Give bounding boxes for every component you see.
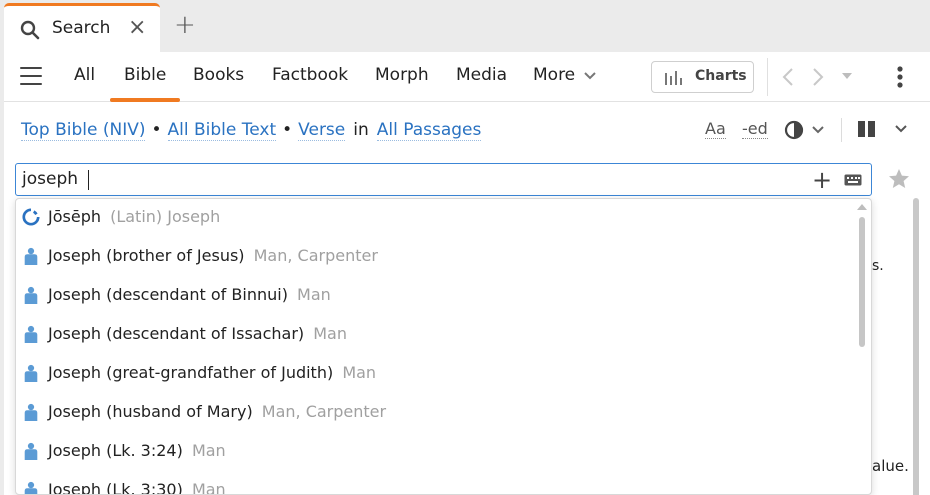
tab-title: Search bbox=[52, 18, 111, 38]
bible-selector[interactable]: Top Bible (NIV) bbox=[21, 120, 146, 141]
back-arrow-icon[interactable] bbox=[782, 67, 794, 87]
suggestion-title: Joseph (brother of Jesus) bbox=[48, 246, 245, 265]
tab-all[interactable]: All bbox=[74, 65, 95, 85]
suggestion-subtitle: Man bbox=[191, 480, 226, 495]
suggestion-item[interactable]: Joseph (Lk. 3:30) Man bbox=[16, 472, 856, 495]
result-text-fragment: s. bbox=[872, 258, 884, 274]
suggestion-title: Joseph (descendant of Binnui) bbox=[48, 285, 288, 304]
tab-factbook[interactable]: Factbook bbox=[272, 65, 348, 85]
person-icon bbox=[24, 442, 38, 460]
suggestion-item[interactable]: Joseph (Lk. 3:24) Man bbox=[16, 433, 856, 472]
charts-button[interactable]: Charts bbox=[651, 61, 754, 93]
columns-layout-icon[interactable] bbox=[858, 121, 876, 137]
chevron-down-icon[interactable] bbox=[584, 72, 596, 80]
chevron-down-icon[interactable] bbox=[895, 125, 907, 133]
suggestion-title: Joseph (great-grandfather of Judith) bbox=[48, 363, 334, 382]
person-icon bbox=[24, 325, 38, 343]
search-query: joseph bbox=[22, 169, 79, 189]
suggestion-item[interactable]: Joseph (brother of Jesus) Man, Carpenter bbox=[16, 238, 856, 277]
search-panel: All Bible Books Factbook Morph Media Mor… bbox=[4, 52, 930, 495]
suggestion-subtitle: Man bbox=[342, 363, 377, 382]
search-scope: Top Bible (NIV) • All Bible Text • Verse in Al… bbox=[21, 120, 482, 146]
search-icon bbox=[20, 20, 40, 40]
inflections-button[interactable]: -ed bbox=[742, 119, 768, 139]
suggestion-subtitle: (Latin) Joseph bbox=[110, 207, 221, 226]
more-options-icon[interactable] bbox=[897, 66, 903, 88]
suggestion-subtitle: Man bbox=[191, 441, 226, 460]
highlight-color-icon[interactable] bbox=[784, 120, 804, 140]
keyboard-icon[interactable] bbox=[844, 174, 862, 186]
result-text-fragment: alue. bbox=[872, 457, 909, 475]
scroll-up-icon[interactable] bbox=[856, 203, 868, 211]
bar-chart-icon bbox=[665, 71, 682, 85]
suggestion-item[interactable]: Joseph (husband of Mary) Man, Carpenter bbox=[16, 394, 856, 433]
history-dropdown-icon[interactable] bbox=[842, 73, 852, 80]
suggestion-subtitle: Man bbox=[297, 285, 331, 304]
text-caret bbox=[88, 170, 89, 190]
suggestion-title: Joseph (descendant of Issachar) bbox=[48, 324, 305, 343]
results-scrollbar[interactable] bbox=[913, 198, 919, 495]
toolbar-divider bbox=[767, 58, 768, 96]
suggestion-item[interactable]: Jōsēph (Latin) Joseph bbox=[16, 199, 856, 238]
chevron-down-icon[interactable] bbox=[812, 126, 824, 134]
suggestion-item[interactable]: Joseph (great-grandfather of Judith) Man bbox=[16, 355, 856, 394]
forward-arrow-icon[interactable] bbox=[812, 67, 824, 87]
scope-separator: • bbox=[282, 120, 293, 140]
suggestion-item[interactable]: Joseph (descendant of Binnui) Man bbox=[16, 277, 856, 316]
suggestion-title: Jōsēph bbox=[48, 207, 101, 226]
text-selector[interactable]: All Bible Text bbox=[167, 120, 277, 141]
unit-selector[interactable]: Verse bbox=[298, 120, 346, 141]
tab-books[interactable]: Books bbox=[193, 65, 244, 85]
tab-morph[interactable]: Morph bbox=[375, 65, 429, 85]
lemma-icon bbox=[22, 208, 40, 226]
range-selector[interactable]: All Passages bbox=[376, 120, 482, 141]
tab-media[interactable]: Media bbox=[456, 65, 507, 85]
toolbar: All Bible Books Factbook Morph Media Mor… bbox=[4, 52, 930, 102]
suggestion-subtitle: Man bbox=[313, 324, 347, 343]
tab-strip: Search × + bbox=[0, 0, 930, 52]
star-icon[interactable] bbox=[887, 167, 911, 191]
charts-label: Charts bbox=[695, 68, 747, 84]
suggestion-title: Joseph (husband of Mary) bbox=[48, 402, 253, 421]
suggestion-title: Joseph (Lk. 3:30) bbox=[48, 480, 183, 495]
search-input[interactable]: joseph + bbox=[15, 163, 872, 196]
scope-separator: • bbox=[151, 120, 162, 140]
tab-bible[interactable]: Bible bbox=[124, 65, 166, 85]
person-icon bbox=[24, 364, 38, 382]
tab-more[interactable]: More bbox=[533, 65, 575, 85]
scope-in-label: in bbox=[353, 120, 369, 140]
person-icon bbox=[24, 286, 38, 304]
tools-divider bbox=[841, 118, 842, 142]
add-term-button[interactable]: + bbox=[812, 168, 832, 192]
suggestion-item[interactable]: Joseph (descendant of Issachar) Man bbox=[16, 316, 856, 355]
menu-icon[interactable] bbox=[20, 67, 42, 85]
suggestion-subtitle: Man, Carpenter bbox=[253, 246, 378, 265]
close-icon[interactable]: × bbox=[128, 15, 146, 41]
person-icon bbox=[24, 247, 38, 265]
suggestion-subtitle: Man, Carpenter bbox=[261, 402, 387, 421]
tab-search[interactable]: Search × bbox=[4, 3, 160, 52]
new-tab-button[interactable]: + bbox=[174, 11, 196, 39]
suggestion-dropdown: Jōsēph (Latin) Joseph Joseph (brother of… bbox=[15, 198, 872, 495]
person-icon bbox=[24, 481, 38, 494]
person-icon bbox=[24, 403, 38, 421]
font-size-button[interactable]: Aa bbox=[705, 119, 726, 139]
suggestion-scrollbar[interactable] bbox=[859, 217, 865, 347]
suggestion-title: Joseph (Lk. 3:24) bbox=[48, 441, 183, 460]
active-tab-indicator bbox=[110, 98, 180, 102]
